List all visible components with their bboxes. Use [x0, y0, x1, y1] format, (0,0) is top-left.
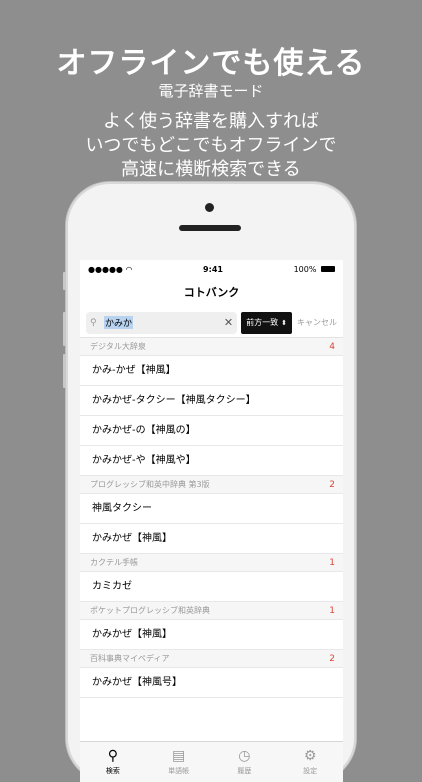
match-mode-select[interactable]: 前方一致 ⬍	[241, 311, 292, 334]
tab-label: 検索	[105, 767, 120, 775]
updown-icon: ⬍	[281, 318, 287, 327]
promo-subhead: 電子辞書モード	[158, 82, 264, 100]
tab-gear[interactable]: ⚙ 設定	[277, 742, 343, 782]
volume-up-button	[63, 312, 66, 346]
result-row[interactable]: 神風タクシー	[80, 494, 343, 524]
results-list: デジタル大辞泉 4 かみ-かぜ【神風】 かみかぜ-タクシー【神風タクシー】 かみかぜ-の…	[80, 338, 343, 698]
tab-history[interactable]: ◷ 履歴	[212, 742, 278, 782]
result-count: 2	[329, 653, 335, 664]
battery-icon	[320, 266, 335, 272]
result-row[interactable]: かみかぜ-や【神風や】	[80, 446, 343, 476]
search-input[interactable]: ⚲ かみか ✕	[86, 311, 238, 334]
result-row[interactable]: かみかぜ【神風】	[80, 524, 343, 554]
tab-search[interactable]: ⚲ 検索	[80, 742, 146, 782]
clear-icon[interactable]: ✕	[224, 316, 233, 329]
speaker	[179, 225, 241, 231]
result-row[interactable]: カミカゼ	[80, 572, 343, 602]
status-bar: ●●●●● ◠ 9:41 100%	[80, 260, 343, 278]
dictionary-section-header: プログレッシブ和英中辞典 第3版 2	[80, 476, 343, 494]
app-screen: ●●●●● ◠ 9:41 100% コトバンク ⚲ かみか ✕ 前方一致 ⬍ キ…	[80, 260, 343, 782]
dictionary-name: デジタル大辞泉	[90, 342, 146, 351]
result-row[interactable]: かみ-かぜ【神風】	[80, 356, 343, 386]
dictionary-section-header: ポケットプログレッシブ和英辞典 1	[80, 602, 343, 620]
search-icon: ⚲	[107, 748, 118, 764]
dictionary-name: ポケットプログレッシブ和英辞典	[90, 606, 210, 615]
promo-description: よく使う辞書を購入すれば いつでもどこでもオフラインで 高速に横断検索できる	[0, 110, 422, 182]
promo-headline: オフラインでも使える	[56, 46, 366, 81]
tab-bar: ⚲ 検索 ▤ 単語帳 ◷ 履歴 ⚙ 設定	[80, 741, 343, 782]
tab-label: 設定	[303, 767, 318, 775]
camera	[205, 203, 214, 212]
status-time: 9:41	[203, 264, 223, 274]
dictionary-name: カクテル手帳	[90, 558, 138, 567]
app-title: コトバンク	[183, 286, 240, 299]
result-row[interactable]: かみかぜ【神風号】	[80, 668, 343, 698]
result-count: 1	[329, 605, 335, 616]
search-row: ⚲ かみか ✕ 前方一致 ⬍ キャンセル	[80, 308, 343, 338]
desc-line: よく使う辞書を購入すれば	[103, 111, 319, 132]
result-row[interactable]: かみかぜ【神風】	[80, 620, 343, 650]
wifi-icon: ◠	[125, 264, 133, 274]
match-mode-label: 前方一致	[246, 318, 279, 327]
signal-icon: ●●●●● ◠	[88, 264, 133, 274]
dictionary-name: 百科事典マイペディア	[90, 654, 170, 663]
dictionary-section-header: カクテル手帳 1	[80, 554, 343, 572]
desc-line: 高速に横断検索できる	[121, 159, 301, 180]
history-icon: ◷	[238, 748, 251, 764]
gear-icon: ⚙	[303, 748, 317, 764]
dictionary-section-header: デジタル大辞泉 4	[80, 338, 343, 356]
battery-text: 100%	[293, 264, 317, 274]
battery-indicator: 100%	[294, 265, 335, 274]
result-count: 4	[329, 341, 335, 352]
book-icon: ▤	[172, 748, 186, 764]
tab-label: 単語帳	[168, 767, 190, 775]
tab-book[interactable]: ▤ 単語帳	[146, 742, 212, 782]
dictionary-section-header: 百科事典マイペディア 2	[80, 650, 343, 668]
result-count: 1	[329, 557, 335, 568]
volume-down-button	[63, 354, 66, 388]
result-count: 2	[329, 479, 335, 490]
search-icon: ⚲	[90, 317, 97, 328]
result-row[interactable]: かみかぜ-の【神風の】	[80, 416, 343, 446]
result-row[interactable]: かみかぜ-タクシー【神風タクシー】	[80, 386, 343, 416]
phone-frame: ●●●●● ◠ 9:41 100% コトバンク ⚲ かみか ✕ 前方一致 ⬍ キ…	[63, 182, 356, 782]
search-query: かみか	[104, 316, 134, 329]
cancel-button[interactable]: キャンセル	[297, 317, 337, 328]
tab-label: 履歴	[237, 767, 252, 775]
desc-line: いつでもどこでもオフラインで	[85, 135, 337, 156]
dictionary-name: プログレッシブ和英中辞典 第3版	[90, 480, 210, 489]
mute-switch	[63, 272, 66, 290]
